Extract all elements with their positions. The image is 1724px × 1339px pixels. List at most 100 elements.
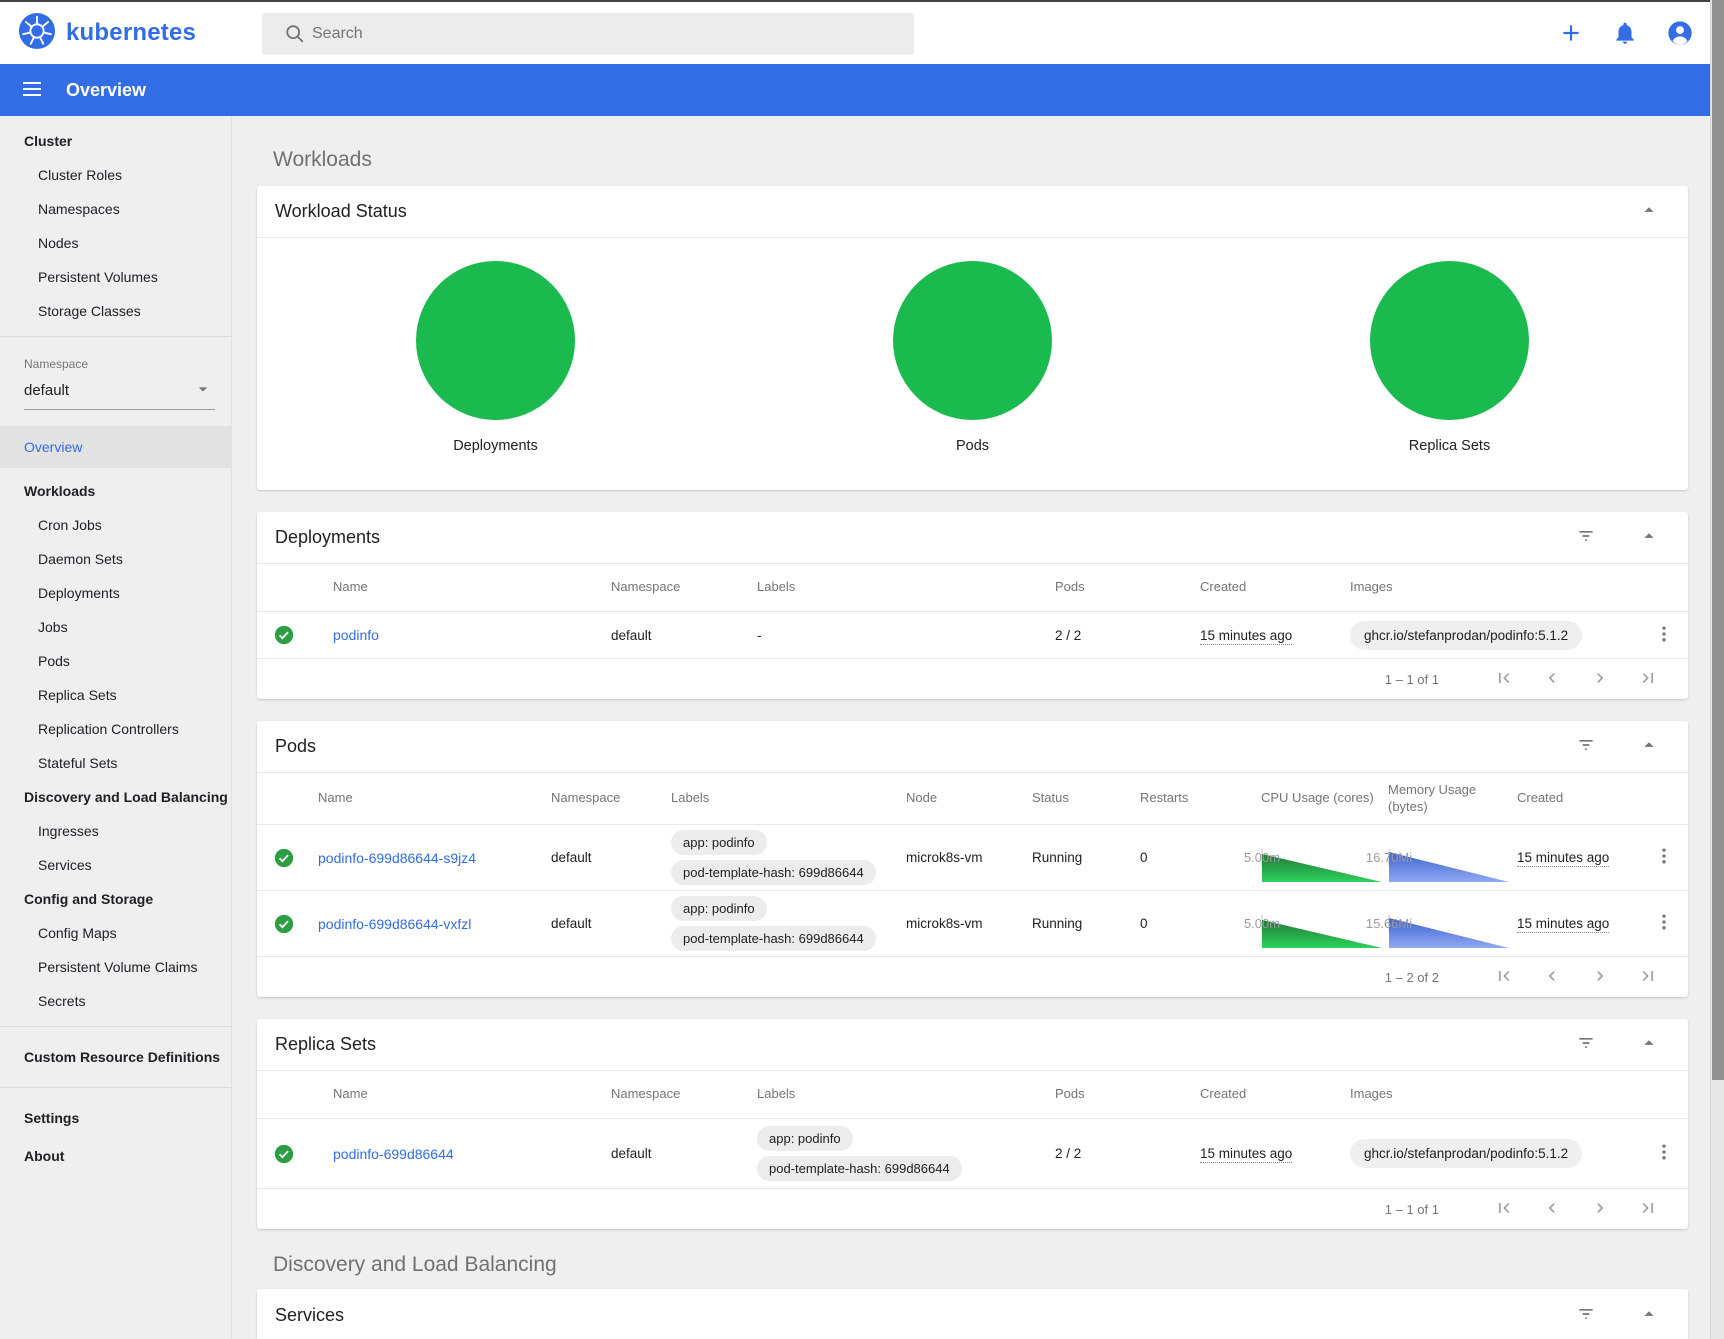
prev-page-button[interactable] bbox=[1542, 966, 1562, 989]
row-menu-button[interactable] bbox=[1640, 624, 1688, 647]
collapse-button[interactable] bbox=[1638, 525, 1660, 550]
row-menu-button[interactable] bbox=[1640, 1142, 1688, 1165]
hamburger-icon bbox=[20, 77, 44, 104]
last-page-button[interactable] bbox=[1638, 1198, 1658, 1221]
column-header-namespace: Namespace bbox=[611, 1086, 757, 1102]
first-page-icon bbox=[1494, 668, 1514, 691]
pod-link[interactable]: podinfo-699d86644-s9jz4 bbox=[318, 850, 476, 866]
sidebar-item-pods[interactable]: Pods bbox=[0, 644, 231, 678]
chevron-up-icon bbox=[1638, 1303, 1660, 1328]
chevron-right-icon bbox=[1590, 1198, 1610, 1221]
first-page-button[interactable] bbox=[1494, 966, 1514, 989]
collapse-button[interactable] bbox=[1638, 1032, 1660, 1057]
column-header-memory: Memory Usage (bytes) bbox=[1388, 782, 1517, 815]
notifications-button[interactable] bbox=[1612, 20, 1638, 49]
sidebar-item-nodes[interactable]: Nodes bbox=[0, 226, 231, 260]
column-header-status: Status bbox=[1032, 790, 1140, 806]
label-chip: pod-template-hash: 699d86644 bbox=[671, 860, 876, 885]
sidebar-divider bbox=[0, 1026, 231, 1027]
create-resource-button[interactable] bbox=[1558, 20, 1584, 49]
filter-button[interactable] bbox=[1576, 1033, 1596, 1056]
status-ok-icon bbox=[257, 624, 333, 646]
workloads-section-heading: Workloads bbox=[273, 148, 1688, 172]
kubernetes-brand[interactable]: kubernetes bbox=[18, 12, 196, 55]
image-chip: ghcr.io/stefanprodan/podinfo:5.1.2 bbox=[1350, 1139, 1582, 1168]
account-button[interactable] bbox=[1666, 19, 1694, 50]
pods-title: Pods bbox=[275, 736, 1576, 757]
last-page-icon bbox=[1638, 1198, 1658, 1221]
collapse-button[interactable] bbox=[1638, 1303, 1660, 1328]
cell-restarts: 0 bbox=[1140, 850, 1261, 865]
collapse-button[interactable] bbox=[1638, 199, 1660, 224]
sidebar-item-overview[interactable]: Overview bbox=[0, 426, 231, 468]
sidebar-item-persistent-volume-claims[interactable]: Persistent Volume Claims bbox=[0, 950, 231, 984]
last-page-button[interactable] bbox=[1638, 668, 1658, 691]
namespace-select[interactable]: default bbox=[24, 375, 215, 410]
sidebar-item-ingresses[interactable]: Ingresses bbox=[0, 814, 231, 848]
label-chip: app: podinfo bbox=[671, 830, 767, 855]
sidebar-item-jobs[interactable]: Jobs bbox=[0, 610, 231, 644]
header-actions bbox=[1558, 2, 1694, 66]
sidebar-item-about[interactable]: About bbox=[0, 1137, 231, 1173]
deployments-pagination: 1 – 1 of 1 bbox=[257, 659, 1688, 699]
cell-restarts: 0 bbox=[1140, 916, 1261, 931]
page-scrollbar[interactable] bbox=[1710, 0, 1724, 1339]
column-header-labels: Labels bbox=[757, 579, 1055, 595]
app-bar: Overview bbox=[0, 64, 1724, 116]
sidebar-item-replica-sets[interactable]: Replica Sets bbox=[0, 678, 231, 712]
filter-button[interactable] bbox=[1576, 735, 1596, 758]
row-menu-button[interactable] bbox=[1640, 912, 1688, 935]
sidebar-item-replication-controllers[interactable]: Replication Controllers bbox=[0, 712, 231, 746]
first-page-button[interactable] bbox=[1494, 1198, 1514, 1221]
sidebar-item-config-maps[interactable]: Config Maps bbox=[0, 916, 231, 950]
prev-page-button[interactable] bbox=[1542, 668, 1562, 691]
column-header-created: Created bbox=[1517, 790, 1640, 806]
sidebar-item-cluster-roles[interactable]: Cluster Roles bbox=[0, 158, 231, 192]
replica-sets-chart-label: Replica Sets bbox=[1409, 438, 1490, 454]
column-header-node: Node bbox=[906, 790, 1032, 806]
last-page-button[interactable] bbox=[1638, 966, 1658, 989]
first-page-icon bbox=[1494, 966, 1514, 989]
bell-icon bbox=[1612, 20, 1638, 49]
sidebar-item-storage-classes[interactable]: Storage Classes bbox=[0, 294, 231, 328]
replica-set-link[interactable]: podinfo-699d86644 bbox=[333, 1146, 454, 1162]
sidebar-item-daemon-sets[interactable]: Daemon Sets bbox=[0, 542, 231, 576]
cell-pods: 2 / 2 bbox=[1055, 1146, 1200, 1161]
more-vert-icon bbox=[1654, 846, 1674, 869]
sidebar-item-services[interactable]: Services bbox=[0, 848, 231, 882]
filter-button[interactable] bbox=[1576, 526, 1596, 549]
last-page-icon bbox=[1638, 966, 1658, 989]
sidebar-item-settings[interactable]: Settings bbox=[0, 1096, 231, 1137]
filter-button[interactable] bbox=[1576, 1304, 1596, 1327]
sidebar-item-cron-jobs[interactable]: Cron Jobs bbox=[0, 508, 231, 542]
sidebar-item-persistent-volumes[interactable]: Persistent Volumes bbox=[0, 260, 231, 294]
deployments-card-header: Deployments bbox=[257, 512, 1688, 564]
first-page-button[interactable] bbox=[1494, 668, 1514, 691]
column-header-labels: Labels bbox=[757, 1086, 1055, 1102]
replica-sets-card-header: Replica Sets bbox=[257, 1019, 1688, 1071]
pod-link[interactable]: podinfo-699d86644-vxfzl bbox=[318, 916, 471, 932]
deployment-link[interactable]: podinfo bbox=[333, 627, 379, 643]
deployments-chart-label: Deployments bbox=[453, 438, 538, 454]
row-menu-button[interactable] bbox=[1640, 846, 1688, 869]
next-page-button[interactable] bbox=[1590, 966, 1610, 989]
sidebar-item-stateful-sets[interactable]: Stateful Sets bbox=[0, 746, 231, 780]
next-page-button[interactable] bbox=[1590, 1198, 1610, 1221]
sidebar-item-custom-resource-definitions[interactable]: Custom Resource Definitions bbox=[0, 1035, 231, 1079]
sidebar-item-deployments[interactable]: Deployments bbox=[0, 576, 231, 610]
collapse-button[interactable] bbox=[1638, 734, 1660, 759]
label-chip: pod-template-hash: 699d86644 bbox=[757, 1156, 962, 1181]
scrollbar-thumb[interactable] bbox=[1712, 0, 1724, 1080]
menu-button[interactable] bbox=[20, 77, 44, 104]
prev-page-button[interactable] bbox=[1542, 1198, 1562, 1221]
sidebar-item-namespaces[interactable]: Namespaces bbox=[0, 192, 231, 226]
replica-sets-donut-chart bbox=[1370, 261, 1529, 420]
sidebar-item-secrets[interactable]: Secrets bbox=[0, 984, 231, 1018]
next-page-button[interactable] bbox=[1590, 668, 1610, 691]
search-input[interactable] bbox=[312, 25, 832, 43]
search-bar[interactable] bbox=[262, 13, 914, 55]
table-row: podinfo-699d86644 default app: podinfo p… bbox=[257, 1119, 1688, 1189]
cell-created: 15 minutes ago bbox=[1200, 1146, 1292, 1163]
cpu-sparkline: 5.00m bbox=[1261, 915, 1263, 932]
filter-icon bbox=[1576, 1033, 1596, 1056]
